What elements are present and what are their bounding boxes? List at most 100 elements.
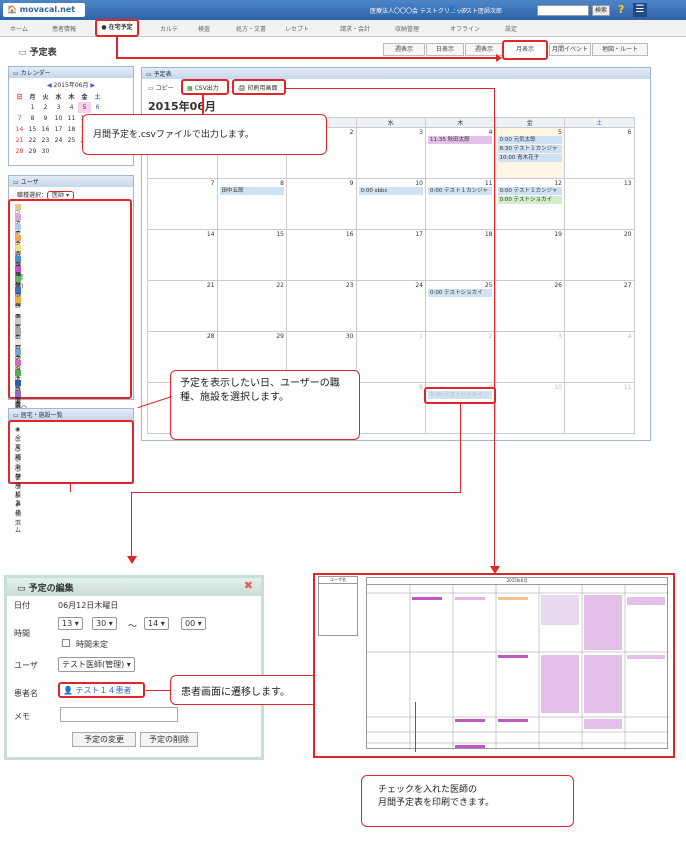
day-cell[interactable]: 9 bbox=[286, 178, 357, 230]
schedule-event[interactable]: 0:00 元気太郎 bbox=[497, 136, 562, 144]
day-cell[interactable]: 16 bbox=[39, 124, 52, 135]
day-cell[interactable]: 10 0:00 sbbc bbox=[355, 178, 426, 230]
day-cell[interactable]: 15 bbox=[216, 229, 287, 281]
change-schedule-button[interactable]: 予定の変更 bbox=[72, 732, 136, 747]
day-cell[interactable]: 18 bbox=[425, 229, 496, 281]
current-user[interactable]: テスト医師次郎 bbox=[460, 6, 502, 15]
time-undecided-checkbox[interactable] bbox=[62, 639, 70, 647]
day-cell[interactable]: 15 bbox=[26, 124, 39, 135]
user-checkbox[interactable]: ☑ bbox=[15, 397, 20, 404]
day-cell[interactable] bbox=[13, 102, 26, 113]
radio-icon[interactable]: ○ bbox=[15, 446, 20, 453]
day-cell[interactable]: 2 bbox=[425, 331, 496, 383]
start-hour-select[interactable]: 13 ▾ bbox=[58, 617, 83, 630]
day-cell[interactable]: 16 bbox=[286, 229, 357, 281]
day-cell[interactable]: 18 bbox=[65, 124, 78, 135]
help-icon[interactable]: ? bbox=[618, 3, 624, 16]
day-cell[interactable]: 3 bbox=[494, 331, 565, 383]
day-cell[interactable]: 1 bbox=[26, 102, 39, 113]
day-cell[interactable]: 10 bbox=[52, 113, 65, 124]
menu-icon[interactable]: ☰ bbox=[633, 3, 647, 17]
end-hour-select[interactable]: 14 ▾ bbox=[144, 617, 169, 630]
day-cell[interactable]: 22 bbox=[216, 280, 287, 332]
nav-homecare-schedule[interactable]: ● 在宅予定 bbox=[95, 19, 139, 37]
nav-home[interactable]: ホーム bbox=[10, 24, 28, 33]
nav-receipt[interactable]: レセプト bbox=[285, 24, 309, 33]
day-cell[interactable]: 11 bbox=[564, 382, 635, 434]
end-minute-select[interactable]: 00 ▾ bbox=[181, 617, 206, 630]
radio-icon[interactable]: ○ bbox=[15, 466, 20, 473]
user-select[interactable]: テスト医師(管理) ▾ bbox=[58, 657, 135, 672]
day-cell[interactable]: 5 0:00 元気太郎 8:30 テスト１カンジャ 10:00 青木花子 bbox=[494, 127, 565, 179]
day-cell[interactable]: 24 bbox=[52, 135, 65, 146]
search-input[interactable] bbox=[537, 5, 589, 16]
day-cell[interactable]: 29 bbox=[26, 146, 39, 157]
day-cell[interactable]: 9 bbox=[39, 113, 52, 124]
day-cell[interactable]: 17 bbox=[355, 229, 426, 281]
schedule-event[interactable]: 0:00 sbbc bbox=[358, 187, 423, 195]
day-cell[interactable]: 28 bbox=[13, 146, 26, 157]
search-button[interactable]: 検索 bbox=[592, 5, 610, 16]
schedule-event[interactable]: 田中五郎 bbox=[219, 187, 284, 195]
copy-button[interactable]: ▭ コピー bbox=[148, 83, 174, 92]
map-route-button[interactable]: 地図・ルート bbox=[592, 43, 648, 56]
nav-karte[interactable]: カルテ bbox=[160, 24, 178, 33]
day-cell[interactable]: 25 bbox=[65, 135, 78, 146]
day-cell[interactable]: 14 bbox=[13, 124, 26, 135]
next-month-icon[interactable]: ▶ bbox=[90, 82, 95, 89]
app-logo[interactable]: 🏠 movacal.net bbox=[3, 3, 85, 17]
memo-input[interactable] bbox=[60, 707, 178, 722]
day-cell[interactable]: 20 bbox=[564, 229, 635, 281]
monthly-event-button[interactable]: 月間イベント bbox=[549, 43, 591, 56]
day-cell[interactable]: 10 bbox=[494, 382, 565, 434]
radio-icon[interactable]: ◉ bbox=[15, 426, 20, 433]
day-cell[interactable]: 12 0:00 テスト１カンジャ 0:00 テストショカイ bbox=[494, 178, 565, 230]
day-cell[interactable]: 23 bbox=[286, 280, 357, 332]
day-cell[interactable]: 3 bbox=[52, 102, 65, 113]
facility-option[interactable]: ○ グランド横浜 bbox=[15, 466, 21, 527]
day-cell[interactable]: 27 bbox=[564, 280, 635, 332]
day-cell[interactable]: 24 bbox=[355, 280, 426, 332]
schedule-event[interactable]: 8:30 テスト１カンジャ bbox=[497, 145, 562, 153]
day-cell[interactable]: 23 bbox=[39, 135, 52, 146]
day-cell[interactable]: 11 0:00 テスト１カンジャ bbox=[425, 178, 496, 230]
day-view-button[interactable]: 日表示 bbox=[426, 43, 464, 56]
day-cell[interactable]: 4 11:35 秋田太郎 bbox=[425, 127, 496, 179]
schedule-event[interactable]: 0:00 テスト１カンジャ bbox=[497, 187, 562, 195]
nav-billing[interactable]: 請求・会計 bbox=[340, 24, 370, 33]
day-cell[interactable]: 8 田中五郎 bbox=[216, 178, 287, 230]
day-cell[interactable]: 14 bbox=[147, 229, 218, 281]
week-view-button[interactable]: 週表示 bbox=[383, 43, 425, 56]
day-cell[interactable]: 7 bbox=[147, 178, 218, 230]
schedule-event[interactable]: 10:00 青木花子 bbox=[497, 154, 562, 162]
schedule-event[interactable]: 0:00 テストショカイ bbox=[497, 196, 562, 204]
day-cell[interactable]: 13 bbox=[564, 178, 635, 230]
day-cell[interactable]: 25 0:00 テストショカイ bbox=[425, 280, 496, 332]
day-cell[interactable]: 7 bbox=[13, 113, 26, 124]
nav-docs[interactable]: 処方・文書 bbox=[236, 24, 266, 33]
day-cell[interactable]: 6 bbox=[91, 102, 104, 113]
day-cell[interactable]: 2 bbox=[39, 102, 52, 113]
nav-payment[interactable]: 収納管理 bbox=[395, 24, 419, 33]
patient-link[interactable]: 👤 テスト１４患者 bbox=[58, 682, 145, 698]
day-cell[interactable]: 1 bbox=[355, 331, 426, 383]
csv-export-button[interactable]: ▦ CSV出力 bbox=[181, 79, 229, 95]
close-icon[interactable]: ✖ bbox=[244, 579, 253, 592]
start-minute-select[interactable]: 30 ▾ bbox=[92, 617, 117, 630]
schedule-event[interactable]: 0:00 テスト１カンジャ bbox=[428, 187, 492, 195]
print-view-button[interactable]: 🖨 印刷用画面 bbox=[232, 79, 286, 95]
day-cell[interactable]: 8 bbox=[355, 382, 426, 434]
day-cell[interactable]: 17 bbox=[52, 124, 65, 135]
day-cell[interactable]: 22 bbox=[26, 135, 39, 146]
day-cell[interactable]: 4 bbox=[564, 331, 635, 383]
month-view-button[interactable]: 月表示 bbox=[502, 40, 548, 60]
nav-exam[interactable]: 検査 bbox=[198, 24, 210, 33]
radio-icon[interactable]: ○ bbox=[15, 436, 20, 443]
day-cell[interactable]: 26 bbox=[494, 280, 565, 332]
day-cell[interactable]: 4 bbox=[65, 102, 78, 113]
prev-month-icon[interactable]: ◀ bbox=[47, 82, 52, 89]
schedule-event[interactable]: 11:35 秋田太郎 bbox=[428, 136, 492, 144]
day-cell[interactable]: 21 bbox=[147, 280, 218, 332]
nav-offline[interactable]: オフライン bbox=[450, 24, 480, 33]
day-cell[interactable]: 30 bbox=[39, 146, 52, 157]
